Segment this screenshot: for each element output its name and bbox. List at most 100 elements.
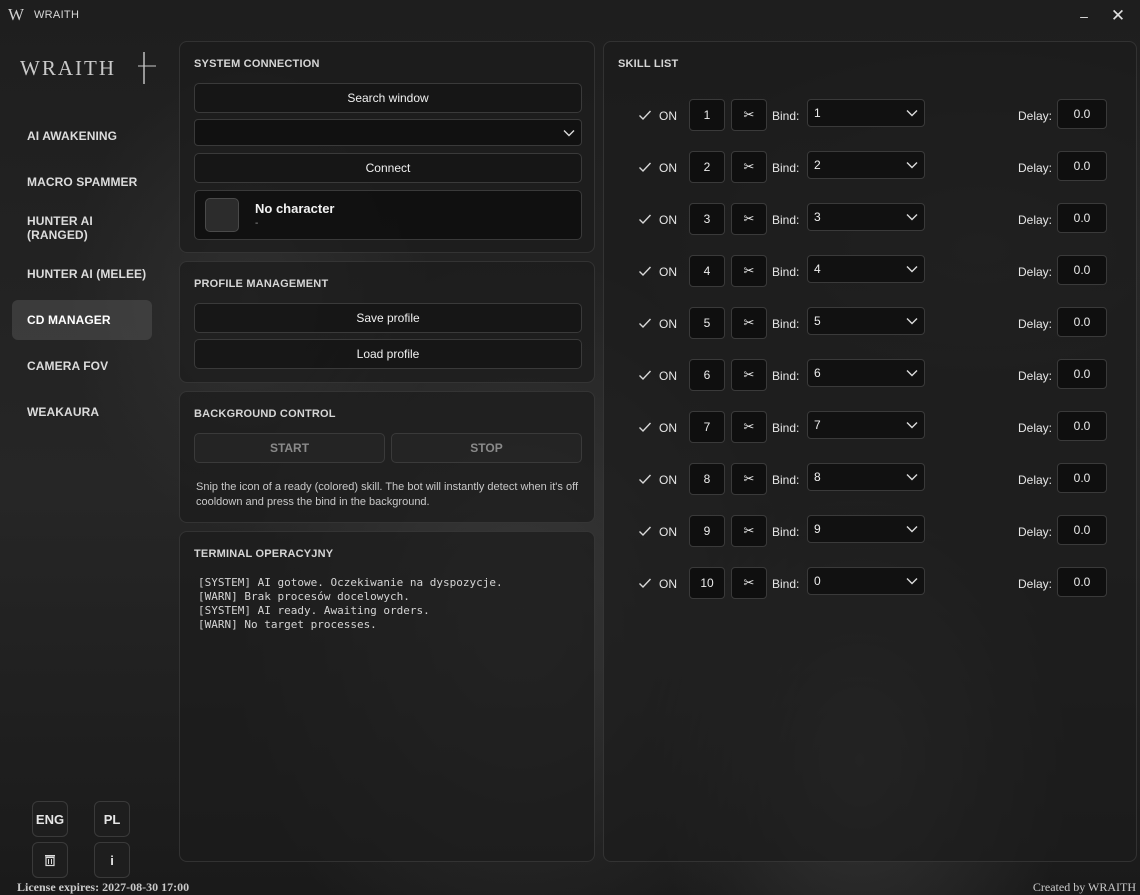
skill-number: 2 <box>689 151 725 183</box>
delay-input[interactable]: 0.0 <box>1057 463 1107 493</box>
snip-button[interactable]: ✂ <box>731 515 767 547</box>
snip-button[interactable]: ✂ <box>731 307 767 339</box>
delay-label: Delay: <box>1018 317 1053 331</box>
scissors-icon: ✂ <box>743 419 755 434</box>
window-select[interactable] <box>194 119 582 146</box>
panel-title: PROFILE MANAGEMENT <box>194 278 329 290</box>
bind-select[interactable]: 4 <box>807 255 925 283</box>
sidebar-item-macro-spammer[interactable]: MACRO SPAMMER <box>12 162 152 202</box>
bind-select-value: 9 <box>814 522 821 536</box>
delay-input[interactable]: 0.0 <box>1057 567 1107 597</box>
sidebar-item-camera-fov[interactable]: CAMERA FOV <box>12 346 152 386</box>
bind-select[interactable]: 6 <box>807 359 925 387</box>
bind-select[interactable]: 9 <box>807 515 925 543</box>
delay-label: Delay: <box>1018 473 1053 487</box>
checkmark-icon[interactable] <box>638 421 652 433</box>
delay-input[interactable]: 0.0 <box>1057 151 1107 181</box>
search-window-button[interactable]: Search window <box>194 83 582 113</box>
skill-number: 1 <box>689 99 725 131</box>
snip-hint-text: Snip the icon of a ready (colored) skill… <box>196 481 578 508</box>
bind-select[interactable]: 7 <box>807 411 925 439</box>
sidebar-item-weakaura[interactable]: WEAKAURA <box>12 392 152 432</box>
checkmark-icon[interactable] <box>638 265 652 277</box>
bind-select[interactable]: 5 <box>807 307 925 335</box>
sidebar-item-cd-manager[interactable]: CD MANAGER <box>12 300 152 340</box>
chevron-down-icon <box>906 214 918 221</box>
chevron-down-icon <box>906 578 918 585</box>
delay-input[interactable]: 0.0 <box>1057 515 1107 545</box>
scissors-icon: ✂ <box>743 523 755 538</box>
scissors-icon: ✂ <box>743 107 755 122</box>
delay-input[interactable]: 0.0 <box>1057 411 1107 441</box>
panel-title: SYSTEM CONNECTION <box>194 58 320 70</box>
bind-select-value: 0 <box>814 574 821 588</box>
bind-select-value: 2 <box>814 158 821 172</box>
snip-button[interactable]: ✂ <box>731 99 767 131</box>
checkmark-icon[interactable] <box>638 109 652 121</box>
start-button[interactable]: START <box>194 433 385 463</box>
snip-button[interactable]: ✂ <box>731 411 767 443</box>
checkmark-icon[interactable] <box>638 473 652 485</box>
character-card: No character - <box>194 190 582 240</box>
checkmark-icon[interactable] <box>638 161 652 173</box>
skill-number: 8 <box>689 463 725 495</box>
bind-select[interactable]: 3 <box>807 203 925 231</box>
bind-select-value: 7 <box>814 418 821 432</box>
snip-button[interactable]: ✂ <box>731 203 767 235</box>
bind-select-value: 5 <box>814 314 821 328</box>
trash-icon <box>45 855 55 867</box>
bind-select[interactable]: 2 <box>807 151 925 179</box>
skill-number: 7 <box>689 411 725 443</box>
snip-button[interactable]: ✂ <box>731 359 767 391</box>
delay-label: Delay: <box>1018 369 1053 383</box>
stop-button[interactable]: STOP <box>391 433 582 463</box>
skill-on-label: ON <box>659 473 677 487</box>
snip-button[interactable]: ✂ <box>731 567 767 599</box>
snip-button[interactable]: ✂ <box>731 151 767 183</box>
delay-input[interactable]: 0.0 <box>1057 255 1107 285</box>
snip-button[interactable]: ✂ <box>731 255 767 287</box>
delay-input[interactable]: 0.0 <box>1057 99 1107 129</box>
delay-input[interactable]: 0.0 <box>1057 359 1107 389</box>
sidebar-item-hunter-ai-melee[interactable]: HUNTER AI (MELEE) <box>12 254 152 294</box>
sidebar-item-hunter-ai-ranged[interactable]: HUNTER AI (RANGED) <box>12 208 152 248</box>
checkmark-icon[interactable] <box>638 317 652 329</box>
load-profile-button[interactable]: Load profile <box>194 339 582 369</box>
skill-on-label: ON <box>659 421 677 435</box>
checkmark-icon[interactable] <box>638 577 652 589</box>
scissors-icon: ✂ <box>743 211 755 226</box>
bind-select-value: 3 <box>814 210 821 224</box>
checkmark-icon[interactable] <box>638 213 652 225</box>
language-eng-button[interactable]: ENG <box>32 801 68 837</box>
language-pl-button[interactable]: PL <box>94 801 130 837</box>
window-title: WRAITH <box>34 9 80 21</box>
save-profile-button[interactable]: Save profile <box>194 303 582 333</box>
terminal-log: [SYSTEM] AI gotowe. Oczekiwanie na dyspo… <box>198 576 503 631</box>
sidebar-item-ai-awakening[interactable]: AI AWAKENING <box>12 116 152 156</box>
avatar <box>205 198 239 232</box>
panel-title: BACKGROUND CONTROL <box>194 408 336 420</box>
delay-input[interactable]: 0.0 <box>1057 307 1107 337</box>
skill-row: ON 10 ✂ Bind: 0 Delay: 0.0 <box>604 567 1124 601</box>
close-button[interactable]: ✕ <box>1106 6 1130 26</box>
bind-label: Bind: <box>772 109 800 123</box>
chevron-down-icon <box>906 162 918 169</box>
trash-button[interactable] <box>32 842 68 878</box>
title-bar: W WRAITH <box>0 0 1140 30</box>
chevron-down-icon <box>906 422 918 429</box>
info-button[interactable]: i <box>94 842 130 878</box>
skill-row: ON 9 ✂ Bind: 9 Delay: 0.0 <box>604 515 1124 549</box>
minimize-button[interactable]: – <box>1072 6 1096 26</box>
checkmark-icon[interactable] <box>638 525 652 537</box>
bind-label: Bind: <box>772 161 800 175</box>
delay-input[interactable]: 0.0 <box>1057 203 1107 233</box>
bind-select[interactable]: 1 <box>807 99 925 127</box>
checkmark-icon[interactable] <box>638 369 652 381</box>
delay-label: Delay: <box>1018 577 1053 591</box>
snip-button[interactable]: ✂ <box>731 463 767 495</box>
bind-label: Bind: <box>772 525 800 539</box>
connect-button[interactable]: Connect <box>194 153 582 183</box>
bind-select[interactable]: 8 <box>807 463 925 491</box>
bind-select[interactable]: 0 <box>807 567 925 595</box>
skill-on-label: ON <box>659 525 677 539</box>
